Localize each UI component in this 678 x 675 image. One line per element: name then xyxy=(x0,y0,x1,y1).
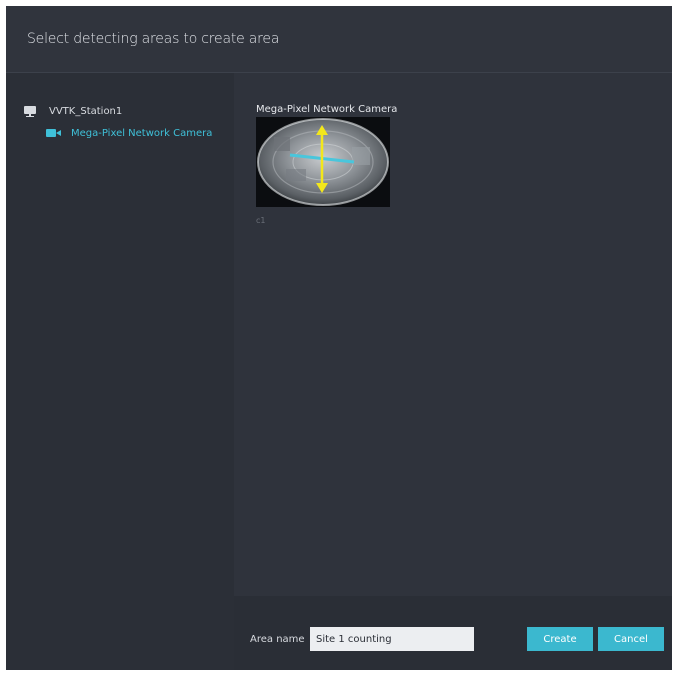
monitor-icon xyxy=(24,105,36,117)
camera-icon xyxy=(46,129,61,137)
cancel-button[interactable]: Cancel xyxy=(598,627,664,651)
dialog-title: Select detecting areas to create area xyxy=(27,31,280,47)
camera-preview-title: Mega-Pixel Network Camera xyxy=(256,104,398,115)
tree-item-station[interactable]: VVTK_Station1 xyxy=(24,104,122,118)
tree-item-camera[interactable]: Mega-Pixel Network Camera xyxy=(46,126,212,140)
create-area-dialog: Select detecting areas to create area VV… xyxy=(6,6,672,670)
camera-label: Mega-Pixel Network Camera xyxy=(71,127,213,139)
create-button[interactable]: Create xyxy=(527,627,593,651)
station-label: VVTK_Station1 xyxy=(49,105,123,117)
dialog-footer: Area name Create Cancel xyxy=(234,596,672,670)
preview-panel: Mega-Pixel Network Camera c1 xyxy=(234,73,672,596)
camera-thumbnail[interactable] xyxy=(256,117,390,207)
area-name-input[interactable] xyxy=(310,627,474,651)
area-name-label: Area name xyxy=(250,634,305,645)
thumbnail-label: c1 xyxy=(256,216,266,225)
fisheye-image xyxy=(256,117,390,207)
dialog-header: Select detecting areas to create area xyxy=(6,6,672,73)
device-tree: VVTK_Station1 Mega-Pixel Network Camera xyxy=(6,73,234,670)
